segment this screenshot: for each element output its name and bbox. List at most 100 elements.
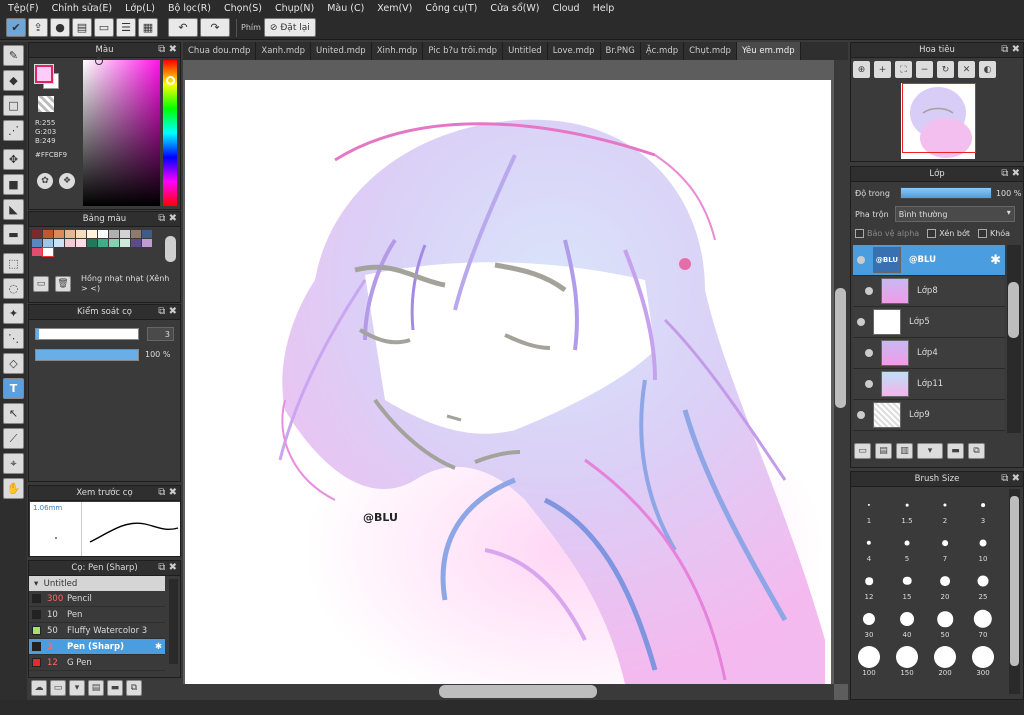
document-tab-2[interactable]: United.mdp bbox=[311, 42, 372, 60]
close-icon[interactable]: ⧉ ✖ bbox=[1001, 168, 1020, 179]
select-rect-tool-icon[interactable]: ⬚ bbox=[3, 253, 24, 274]
palette-swatch[interactable] bbox=[120, 239, 130, 247]
eye-icon[interactable] bbox=[857, 318, 865, 326]
close-icon[interactable]: ⧉ ✖ bbox=[158, 562, 177, 573]
folder-icon[interactable]: ▬ bbox=[107, 680, 123, 696]
palette-swatch[interactable] bbox=[76, 239, 86, 247]
redo-button[interactable]: ↷ bbox=[200, 18, 230, 37]
brush-size-cell[interactable]: 50 bbox=[929, 603, 961, 641]
brush-size-cell[interactable]: 300 bbox=[967, 641, 999, 679]
brush-list-scrollbar[interactable] bbox=[169, 579, 178, 664]
add-layer-menu-icon[interactable]: ▾ bbox=[917, 443, 943, 459]
close-icon[interactable]: ⧉ ✖ bbox=[158, 44, 177, 55]
dot-brush-tool-icon[interactable]: ⋰ bbox=[3, 120, 24, 141]
horizontal-scroll-thumb[interactable] bbox=[439, 685, 597, 698]
lock-checkbox[interactable]: Khóa bbox=[977, 229, 1010, 238]
close-icon[interactable]: ⧉ ✖ bbox=[158, 306, 177, 317]
brush-size-cell[interactable]: 150 bbox=[891, 641, 923, 679]
layer-scrollbar[interactable] bbox=[1007, 245, 1021, 433]
vertical-scroll-thumb[interactable] bbox=[835, 288, 846, 408]
brush-item[interactable]: 50 Fluffy Watercolor 3 bbox=[29, 623, 165, 639]
palette-swatch[interactable] bbox=[142, 230, 152, 238]
palette-swatch[interactable] bbox=[131, 239, 141, 247]
blend-mode-select[interactable]: Bình thường bbox=[894, 206, 1015, 222]
add-color-button[interactable]: ▭ bbox=[33, 276, 49, 292]
menu-item-5[interactable]: Chụp(N) bbox=[271, 3, 323, 14]
palette-swatch[interactable] bbox=[109, 239, 119, 247]
duplicate-layer-icon[interactable]: ⧉ bbox=[968, 443, 985, 459]
color-mixer-icon[interactable]: ❖ bbox=[59, 173, 75, 189]
palette-swatch[interactable] bbox=[142, 239, 152, 247]
brush-size-cell[interactable]: 40 bbox=[891, 603, 923, 641]
layer-row[interactable]: Lớp9 bbox=[853, 400, 1005, 431]
document-tab-7[interactable]: Br.PNG bbox=[601, 42, 641, 60]
layer-scroll-thumb[interactable] bbox=[1008, 282, 1019, 338]
palette-swatch[interactable] bbox=[76, 230, 86, 238]
delete-color-button[interactable]: 🗑 bbox=[55, 276, 71, 292]
brush-item[interactable]: 3 Pen (Sharp) ✱ bbox=[29, 639, 165, 655]
bucket-tool-icon[interactable]: ◣ bbox=[3, 199, 24, 220]
share-icon[interactable]: ⇪ bbox=[28, 18, 48, 37]
eraser-tool-icon[interactable]: ◆ bbox=[3, 70, 24, 91]
brush-size-value[interactable]: 3 bbox=[147, 327, 174, 341]
new-layer-icon[interactable]: ▭ bbox=[854, 443, 871, 459]
layer-row[interactable]: Lớp5 bbox=[853, 307, 1005, 338]
brush-size-cell[interactable]: 12 bbox=[853, 565, 885, 603]
page-icon[interactable]: ▭ bbox=[94, 18, 114, 37]
magic-wand-tool-icon[interactable]: ✦ bbox=[3, 303, 24, 324]
gradient-tool-icon[interactable]: ▬ bbox=[3, 224, 24, 245]
duplicate-icon[interactable]: ⧉ bbox=[126, 680, 142, 696]
menu-item-6[interactable]: Màu (C) bbox=[323, 3, 373, 14]
brush-size-cell[interactable]: 5 bbox=[891, 527, 923, 565]
zoom-icon[interactable]: ⊕ bbox=[853, 61, 870, 78]
gear-icon[interactable]: ✱ bbox=[155, 642, 162, 652]
layer-row[interactable]: Lớp8 bbox=[853, 276, 1005, 307]
brush-size-cell[interactable]: 4 bbox=[853, 527, 885, 565]
brush-size-cell[interactable]: 200 bbox=[929, 641, 961, 679]
eye-icon[interactable] bbox=[865, 380, 873, 388]
transparent-swatch[interactable] bbox=[38, 96, 54, 112]
cloud-brush-icon[interactable]: ☁ bbox=[31, 680, 47, 696]
new-brush-icon[interactable]: ▭ bbox=[50, 680, 66, 696]
close-icon[interactable]: ⧉ ✖ bbox=[158, 487, 177, 498]
eye-icon[interactable] bbox=[857, 256, 865, 264]
new-layer-8bit-icon[interactable]: ▤ bbox=[875, 443, 892, 459]
filter-menu-button[interactable]: ✔ bbox=[6, 18, 26, 37]
fit-icon[interactable]: ⛶ bbox=[895, 61, 912, 78]
document-tab-3[interactable]: Xinh.mdp bbox=[372, 42, 424, 60]
document-tab-0[interactable]: Chua dou.mdp bbox=[183, 42, 257, 60]
menu-item-2[interactable]: Lớp(L) bbox=[121, 3, 164, 14]
palette-swatch[interactable] bbox=[98, 239, 108, 247]
brush-size-cell[interactable]: 15 bbox=[891, 565, 923, 603]
move-tool-icon[interactable]: ✥ bbox=[3, 149, 24, 170]
palette-swatch[interactable] bbox=[65, 230, 75, 238]
palette-swatch[interactable] bbox=[87, 239, 97, 247]
brush-opacity-slider[interactable] bbox=[35, 349, 139, 361]
palette-swatch[interactable] bbox=[32, 239, 42, 247]
brush-size-cell[interactable]: 20 bbox=[929, 565, 961, 603]
comment-icon[interactable]: ▤ bbox=[72, 18, 92, 37]
foreground-color-swatch[interactable] bbox=[34, 64, 54, 84]
document-tab-9[interactable]: Chụt.mdp bbox=[684, 42, 737, 60]
menu-item-7[interactable]: Xem(V) bbox=[373, 3, 421, 14]
rotate-icon[interactable]: ↻ bbox=[937, 61, 954, 78]
brush-size-cell[interactable]: 10 bbox=[967, 527, 999, 565]
palette-swatch[interactable] bbox=[65, 239, 75, 247]
menu-item-3[interactable]: Bộ lọc(R) bbox=[164, 3, 220, 14]
flip-icon[interactable]: ◐ bbox=[979, 61, 996, 78]
palette-swatch[interactable] bbox=[131, 230, 141, 238]
palette-swatch[interactable] bbox=[43, 239, 53, 247]
chat-icon[interactable]: ● bbox=[50, 18, 70, 37]
operation-tool-icon[interactable]: ↖ bbox=[3, 403, 24, 424]
drawing-canvas[interactable]: @BLU bbox=[185, 80, 831, 684]
palette-swatch[interactable] bbox=[42, 247, 54, 257]
palette-swatch[interactable] bbox=[54, 239, 64, 247]
document-tab-4[interactable]: Pic b?u trôi.mdp bbox=[423, 42, 504, 60]
brush-size-cell[interactable]: 2 bbox=[929, 489, 961, 527]
document-tab-5[interactable]: Untitled bbox=[503, 42, 548, 60]
brush-group-header[interactable]: ▾ Untitled bbox=[29, 576, 165, 591]
eyedropper-tool-icon[interactable]: ⌖ bbox=[3, 453, 24, 474]
brush-settings-icon[interactable]: ▤ bbox=[88, 680, 104, 696]
menu-item-1[interactable]: Chỉnh sửa(E) bbox=[48, 3, 122, 14]
palette-swatch[interactable] bbox=[87, 230, 97, 238]
